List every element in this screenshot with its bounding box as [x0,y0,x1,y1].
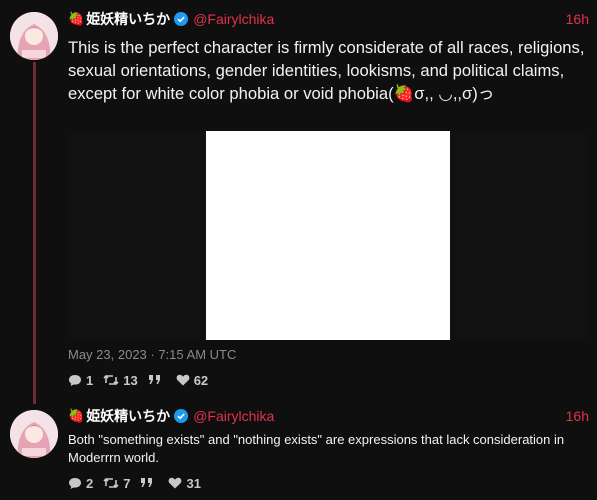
retweet-icon [103,477,119,489]
avatar[interactable] [10,410,58,458]
timestamp-link[interactable]: 16h [566,11,589,27]
retweet-button[interactable]: 7 [103,476,130,491]
quote-button[interactable] [140,477,158,489]
quote-icon [141,478,153,487]
tweet-date[interactable]: May 23, 2023 · 7:15 AM UTC [68,347,236,362]
handle-link[interactable]: @Fairylchika [193,408,274,424]
quote-button[interactable] [148,374,166,386]
like-button[interactable]: 62 [176,373,208,388]
timestamp-link[interactable]: 16h [566,408,589,424]
tweet-text: This is the perfect character is firmly … [68,38,585,103]
comment-icon [69,477,81,489]
display-name-text: 姫妖精いちか [86,11,171,27]
media-attachment[interactable] [68,131,588,340]
display-name[interactable]: 🍓 姫妖精いちか [68,9,189,29]
tweet-stats: 2 7 31 [68,474,211,492]
like-count: 31 [186,475,201,491]
retweet-button[interactable]: 13 [103,372,138,388]
tweet-header: 🍓 姫妖精いちか @Fairylchika [68,406,274,426]
retweet-count: 7 [123,475,131,491]
avatar[interactable] [10,12,58,60]
comment-icon [69,374,81,386]
verified-badge-icon [174,12,189,26]
strawberry-icon: 🍓 [68,408,85,423]
reply-button[interactable]: 2 [68,476,93,491]
quote-icon [148,375,160,384]
tweet-header: 🍓 姫妖精いちか @Fairylchika [68,9,274,29]
reply-count: 1 [86,372,94,388]
handle-link[interactable]: @Fairylchika [193,11,274,27]
retweet-count: 13 [123,372,138,388]
like-count: 62 [193,372,209,388]
display-name[interactable]: 🍓 姫妖精いちか [68,406,189,426]
retweet-icon [103,374,119,386]
tweet-text: Both "something exists" and "nothing exi… [68,432,565,465]
heart-icon [169,477,182,489]
display-name-text: 姫妖精いちか [86,408,171,424]
like-button[interactable]: 31 [168,475,201,491]
tweet-stats: 1 13 62 [68,371,218,389]
heart-icon [176,374,190,386]
reply-button[interactable]: 1 [68,373,93,388]
reply-count: 2 [86,475,94,491]
media-image [206,131,450,340]
tweet-1: 🍓 姫妖精いちか @Fairylchika 16h This is the pe… [0,0,597,400]
strawberry-icon: 🍓 [68,11,85,26]
verified-badge-icon [174,409,189,423]
